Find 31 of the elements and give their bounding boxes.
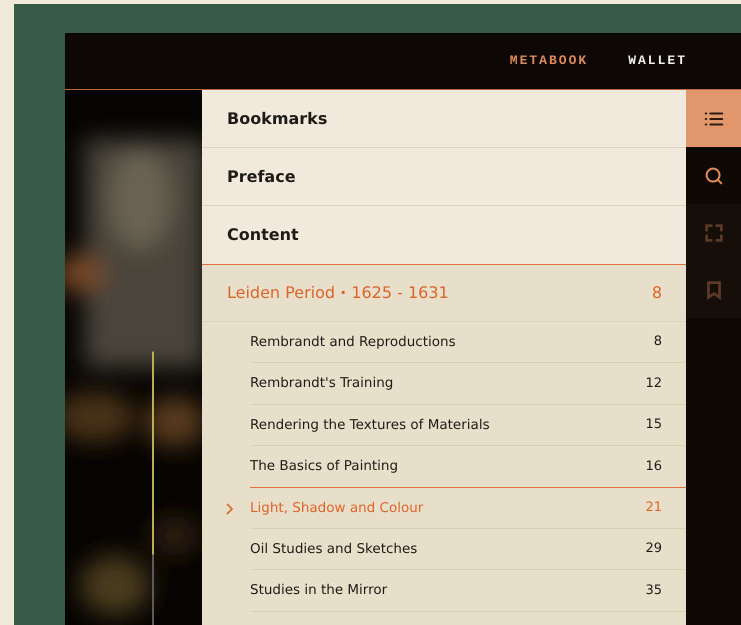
page-number: 12: [645, 374, 662, 393]
chapter-item[interactable]: Rendering the Textures of Materials 15: [250, 404, 686, 446]
contents-button[interactable]: [686, 90, 741, 147]
page-number: 29: [645, 540, 662, 558]
chapter-item[interactable]: Studies in the Mirror 35: [250, 570, 686, 612]
page-number: 16: [645, 458, 662, 476]
chapter-title: The Basics of Painting: [250, 457, 398, 476]
chapter-item[interactable]: The Basics of Painting 16: [250, 446, 686, 488]
chevron-icon: [226, 502, 234, 515]
header-tab[interactable]: METABOOK: [510, 51, 588, 71]
search-icon: [702, 164, 724, 186]
page-number: 21: [645, 499, 662, 517]
chapter-item[interactable]: Rembrandt and Reproductions 8: [250, 322, 686, 364]
page-number: 15: [645, 416, 662, 434]
chapter-title: Rembrandt and Reproductions: [250, 333, 456, 352]
chapter-title: Studies in the Mirror: [250, 581, 388, 600]
chapter-item[interactable]: Rembrandt's Training 12: [250, 363, 686, 405]
header-tab[interactable]: WALLET: [628, 51, 687, 71]
page-number: 35: [645, 582, 662, 600]
chapter-title: Rendering the Textures of Materials: [250, 416, 490, 435]
chapter-title: Light, Shadow and Colour: [250, 498, 424, 518]
fullscreen-icon: [702, 222, 724, 244]
section-title: Leiden Period · 1625 - 1631: [227, 282, 449, 304]
chapter-title: Rembrandt's Training: [250, 374, 394, 394]
page-number: 8: [654, 333, 662, 352]
menu-item[interactable]: Preface: [202, 148, 686, 206]
chapter-title: Oil Studies and Sketches: [250, 540, 418, 560]
chapter-item[interactable]: Oil Studies and Sketches 29: [250, 528, 686, 570]
menu-item[interactable]: Content: [202, 206, 686, 264]
page-number: 8: [652, 282, 662, 304]
menu-item[interactable]: Bookmarks: [202, 90, 686, 148]
